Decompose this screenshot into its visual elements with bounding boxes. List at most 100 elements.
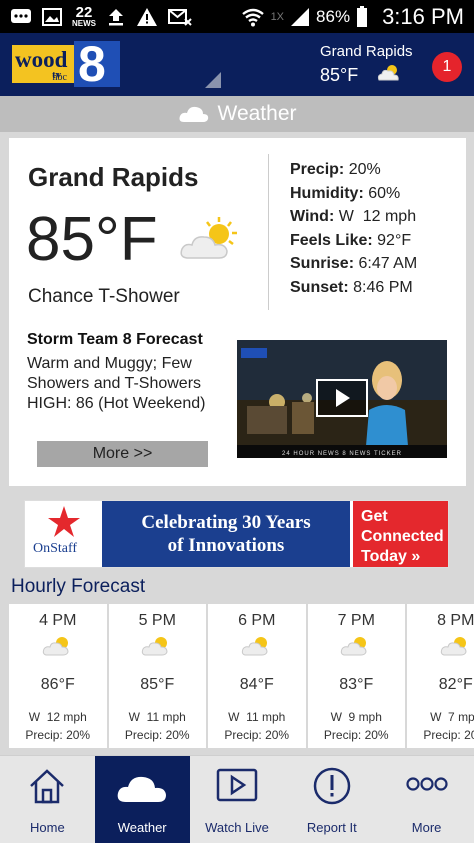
hour-wind: W 7 mph: [430, 710, 474, 724]
stat-label: Sunrise:: [290, 255, 355, 272]
stat-label: Sunset:: [290, 278, 349, 296]
notification-badge[interactable]: 1: [432, 52, 462, 82]
cloud-icon: [117, 776, 167, 802]
stat-humidity: Humidity: 60%: [290, 182, 417, 206]
hour-time: 5 PM: [138, 612, 176, 629]
ad-headline: Celebrating 30 Years of Innovations: [102, 501, 350, 567]
partly-cloudy-icon: [341, 637, 367, 656]
hour-time: 4 PM: [39, 612, 77, 629]
tab-label: Weather: [117, 820, 167, 835]
stat-value: 60%: [368, 184, 401, 202]
hour-precip: Precip: 20%: [25, 728, 91, 742]
hour-temp: 86°F: [40, 676, 75, 693]
tab-label: Watch Live: [205, 820, 269, 835]
tab-weather[interactable]: Weather: [94, 756, 190, 843]
ad-brand: OnStaff: [33, 541, 78, 556]
tab-label: Home: [30, 820, 65, 835]
hour-wind: W 9 mph: [330, 710, 382, 724]
stat-label: Feels Like:: [290, 231, 373, 249]
home-icon: [30, 769, 65, 804]
ad-cta[interactable]: Get Connected Today »: [350, 501, 448, 567]
ad-cta-line-2: Connected: [361, 528, 444, 545]
network-type-label: 1X: [270, 10, 285, 23]
current-weather-card: Grand Rapids 85°F Chance T-Shower Precip…: [9, 138, 466, 486]
hour-wind: W 11 mph: [228, 710, 286, 724]
upload-icon: [109, 8, 123, 25]
hour-temp: 85°F: [140, 676, 175, 693]
header-city[interactable]: Grand Rapids: [320, 43, 413, 60]
status-time: 3:16 PM: [382, 3, 464, 29]
hour-temp: 83°F: [339, 676, 374, 693]
play-icon: [216, 768, 258, 802]
hourly-item[interactable]: 5 PM 85°F W 11 mph Precip: 20%: [108, 604, 206, 748]
more-button[interactable]: More >>: [37, 441, 208, 467]
hour-time: 8 PM: [437, 612, 474, 629]
hour-precip: Precip: 20%: [323, 728, 389, 742]
ad-line-1: Celebrating 30 Years: [141, 512, 311, 533]
forecast-video[interactable]: 24 HOUR NEWS 8 NEWS TICKER: [237, 340, 447, 458]
stat-value: 8:46 PM: [353, 278, 413, 296]
ad-banner[interactable]: OnStaff Celebrating 30 Years of Innovati…: [24, 500, 449, 568]
forecast-text: Warm and Muggy; Few Showers and T-Shower…: [27, 355, 206, 412]
hour-precip: Precip: 20%: [224, 728, 290, 742]
hour-wind: W 11 mph: [128, 710, 186, 724]
partly-cloudy-icon: [142, 637, 168, 656]
tab-label: Report It: [306, 820, 357, 835]
current-stats: Precip: 20% Humidity: 60% Wind: W 12 mph…: [290, 158, 417, 299]
partly-cloudy-icon: [180, 217, 237, 259]
stat-precip: Precip: 20%: [290, 158, 417, 182]
stat-value: 20%: [348, 161, 381, 178]
tab-more[interactable]: More: [379, 756, 474, 843]
partly-cloudy-icon: [42, 637, 69, 656]
stat-label: Wind:: [290, 208, 335, 225]
tab-report-it[interactable]: Report It: [284, 756, 379, 843]
play-icon: [336, 389, 350, 407]
header-temp[interactable]: 85°F: [320, 65, 358, 86]
tab-watch-live[interactable]: Watch Live: [190, 756, 285, 843]
ad-line-2: of Innovations: [167, 535, 285, 556]
partly-cloudy-icon: [377, 65, 399, 81]
image-notification-icon: [42, 7, 62, 26]
cloud-icon: [179, 106, 208, 122]
partly-cloudy-icon: [241, 637, 268, 656]
hourly-title: Hourly Forecast: [11, 576, 146, 597]
section-bar: Weather: [0, 96, 474, 132]
logo-tv: tv: [52, 69, 62, 81]
current-city: Grand Rapids: [28, 162, 199, 192]
stat-sunset: Sunset: 8:46 PM: [290, 276, 417, 300]
hourly-forecast-list[interactable]: 4 PM 86°F W 12 mph Precip: 20% 5 PM 85°F…: [9, 604, 474, 748]
hourly-item[interactable]: 7 PM 83°F W 9 mph Precip: 20%: [307, 604, 405, 748]
video-ticker: 24 HOUR NEWS 8 NEWS TICKER: [282, 451, 402, 457]
tab-label: More: [411, 820, 442, 835]
hour-temp: 84°F: [239, 676, 274, 693]
hour-precip: Precip: 20%: [423, 728, 474, 742]
ad-cta-line-1: Get: [361, 508, 388, 525]
stat-wind: Wind: W 12 mph: [290, 205, 417, 229]
hourly-item[interactable]: 4 PM 86°F W 12 mph Precip: 20%: [9, 604, 107, 748]
hourly-item[interactable]: 8 PM 82°F W 7 mph Precip: 20%: [407, 604, 474, 748]
tab-home[interactable]: Home: [0, 756, 95, 843]
signal-icon: [291, 7, 310, 26]
stat-sunrise: Sunrise: 6:47 AM: [290, 252, 417, 276]
more-icon: [405, 777, 448, 791]
battery-icon: [357, 5, 368, 27]
hourly-item[interactable]: 6 PM 84°F W 11 mph Precip: 20%: [208, 604, 306, 748]
stat-label: Humidity:: [290, 184, 364, 202]
stat-feels-like: Feels Like: 92°F: [290, 229, 417, 253]
current-temp: 85°F: [26, 205, 158, 274]
menu-corner-indicator[interactable]: [205, 72, 221, 88]
stat-value: 92°F: [377, 231, 412, 249]
news-notification-icon: 22 NEWS: [72, 5, 96, 28]
chat-notification-icon: [11, 8, 31, 23]
hour-time: 7 PM: [337, 612, 375, 629]
status-bar: 22 NEWS 1X 86% 3:16 PM: [0, 0, 474, 33]
partly-cloudy-icon: [440, 637, 467, 656]
ad-logo: OnStaff: [25, 501, 102, 567]
hour-wind: W 12 mph: [28, 710, 87, 724]
hour-time: 6 PM: [238, 612, 276, 629]
warning-icon: [137, 7, 157, 26]
wood-tv8-logo[interactable]: nbc wood tv 8: [12, 36, 120, 92]
play-button[interactable]: [316, 379, 368, 417]
stat-value: W 12 mph: [338, 208, 417, 225]
current-condition: Chance T-Shower: [28, 286, 180, 307]
